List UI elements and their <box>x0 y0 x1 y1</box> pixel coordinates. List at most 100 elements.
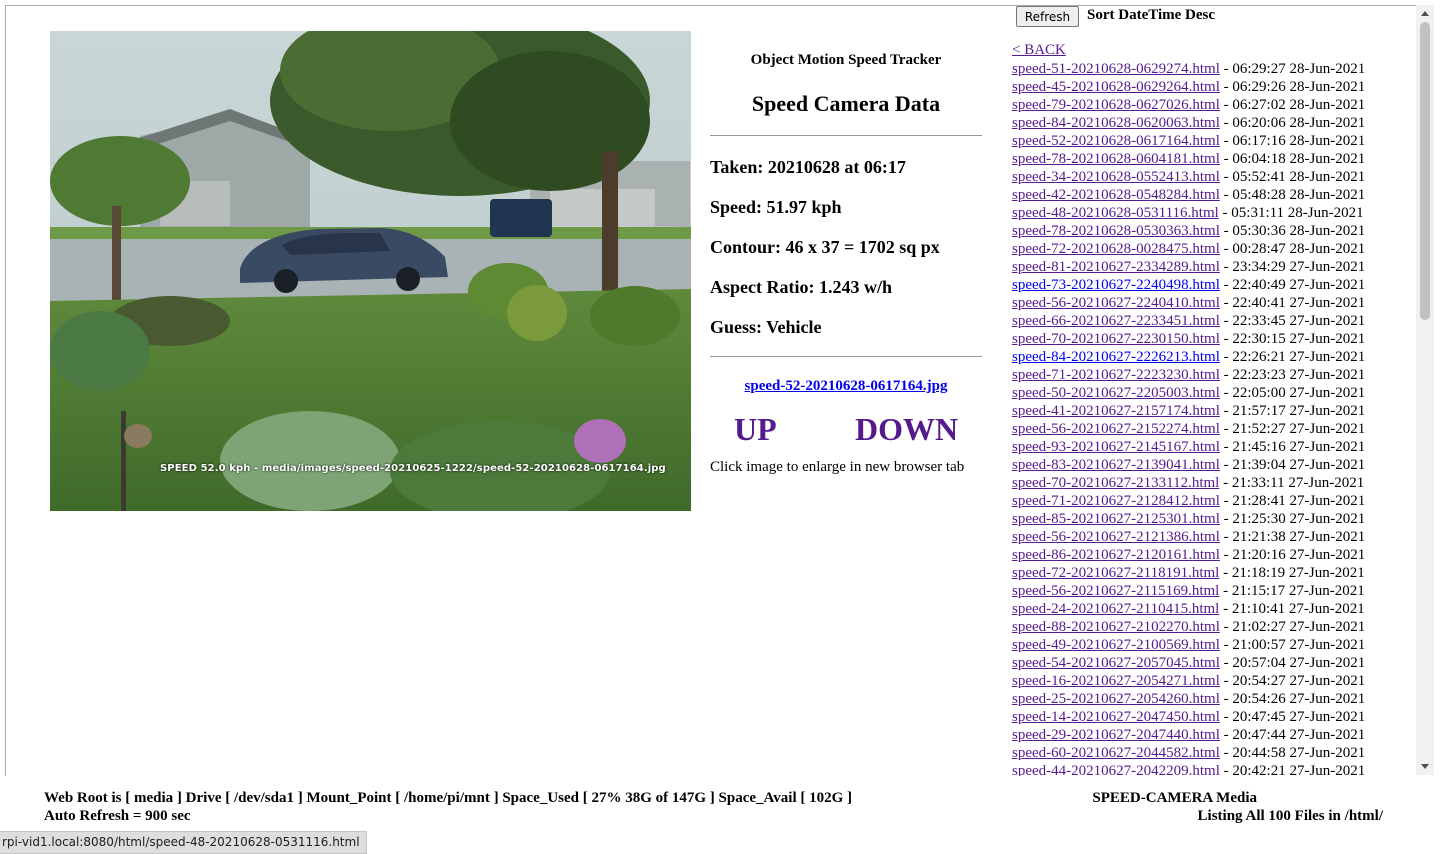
file-timestamp: 22:05:00 27-Jun-2021 <box>1232 385 1366 401</box>
scroll-up-arrow-icon[interactable] <box>1416 5 1434 22</box>
file-link[interactable]: speed-51-20210628-0629274.html <box>1012 61 1220 77</box>
file-link[interactable]: speed-41-20210627-2157174.html <box>1012 403 1220 419</box>
speed-photo[interactable]: SPEED 52.0 kph - media/images/speed-2021… <box>50 31 691 511</box>
file-link[interactable]: speed-84-20210628-0620063.html <box>1012 115 1220 131</box>
file-timestamp: 20:42:21 27-Jun-2021 <box>1232 763 1366 776</box>
aspect-ratio-field: Aspect Ratio: 1.243 w/h <box>710 277 892 297</box>
file-link[interactable]: speed-29-20210627-2047440.html <box>1012 727 1220 743</box>
contour-field: Contour: 46 x 37 = 1702 sq px <box>710 237 940 257</box>
back-link[interactable]: < BACK <box>1012 42 1066 59</box>
divider <box>710 356 982 357</box>
file-timestamp: 21:33:11 27-Jun-2021 <box>1231 475 1365 491</box>
file-link[interactable]: speed-56-20210627-2115169.html <box>1012 583 1219 599</box>
file-link[interactable]: speed-79-20210628-0627026.html <box>1012 97 1220 113</box>
scroll-down-arrow-icon[interactable] <box>1416 758 1434 775</box>
file-link[interactable]: speed-25-20210627-2054260.html <box>1012 691 1220 707</box>
file-timestamp: 20:44:58 27-Jun-2021 <box>1232 745 1366 761</box>
up-link[interactable]: UP <box>734 411 777 448</box>
file-list-item: speed-44-20210627-2042209.html - 20:42:2… <box>1012 762 1412 776</box>
file-list-item: speed-71-20210627-2223230.html - 22:23:2… <box>1012 367 1366 383</box>
file-timestamp: 22:40:49 27-Jun-2021 <box>1232 277 1366 293</box>
file-timestamp: 21:20:16 27-Jun-2021 <box>1232 547 1366 563</box>
file-list-item: speed-70-20210627-2230150.html - 22:30:1… <box>1012 331 1366 347</box>
refresh-button[interactable]: Refresh <box>1016 6 1079 27</box>
file-link[interactable]: speed-78-20210628-0604181.html <box>1012 151 1220 167</box>
file-link[interactable]: speed-52-20210628-0617164.html <box>1012 133 1220 149</box>
file-list-item: speed-49-20210627-2100569.html - 21:00:5… <box>1012 637 1366 653</box>
file-list-item: speed-71-20210627-2128412.html - 21:28:4… <box>1012 493 1366 509</box>
file-link[interactable]: speed-81-20210627-2334289.html <box>1012 259 1220 275</box>
divider <box>710 135 982 136</box>
file-timestamp: 06:20:06 28-Jun-2021 <box>1232 115 1366 131</box>
file-link[interactable]: speed-78-20210628-0530363.html <box>1012 223 1220 239</box>
app-title: Object Motion Speed Tracker <box>750 52 942 68</box>
file-link[interactable]: speed-73-20210627-2240498.html <box>1012 277 1220 293</box>
file-link[interactable]: speed-56-20210627-2152274.html <box>1012 421 1220 437</box>
navigation-controls: UP DOWN <box>710 411 982 447</box>
file-link[interactable]: speed-16-20210627-2054271.html <box>1012 673 1220 689</box>
file-timestamp: 22:23:23 27-Jun-2021 <box>1232 367 1366 383</box>
file-list-item: speed-56-20210627-2115169.html - 21:15:1… <box>1012 583 1365 599</box>
file-link[interactable]: speed-86-20210627-2120161.html <box>1012 547 1220 563</box>
file-list-item: speed-16-20210627-2054271.html - 20:54:2… <box>1012 673 1366 689</box>
file-list-item: speed-56-20210627-2152274.html - 21:52:2… <box>1012 421 1366 437</box>
file-link[interactable]: speed-56-20210627-2121386.html <box>1012 529 1220 545</box>
file-list-item: speed-56-20210627-2121386.html - 21:21:3… <box>1012 529 1366 545</box>
file-list-item: speed-42-20210628-0548284.html - 05:48:2… <box>1012 187 1366 203</box>
file-link[interactable]: speed-70-20210627-2230150.html <box>1012 331 1220 347</box>
file-link[interactable]: speed-34-20210628-0552413.html <box>1012 169 1220 185</box>
file-list-item: speed-81-20210627-2334289.html - 23:34:2… <box>1012 259 1366 275</box>
file-link[interactable]: speed-71-20210627-2223230.html <box>1012 367 1220 383</box>
file-timestamp: 05:52:41 28-Jun-2021 <box>1232 169 1366 185</box>
file-timestamp: 21:57:17 27-Jun-2021 <box>1232 403 1366 419</box>
file-timestamp: 20:57:04 27-Jun-2021 <box>1232 655 1366 671</box>
file-link[interactable]: speed-56-20210627-2240410.html <box>1012 295 1220 311</box>
file-list-item: speed-78-20210628-0604181.html - 06:04:1… <box>1012 151 1366 167</box>
file-timestamp: 21:52:27 27-Jun-2021 <box>1232 421 1366 437</box>
file-link[interactable]: speed-83-20210627-2139041.html <box>1012 457 1220 473</box>
file-list-scrollbar[interactable] <box>1416 5 1434 775</box>
listing-summary: Listing All 100 Files in /html/ <box>1197 808 1383 824</box>
file-list-item: speed-85-20210627-2125301.html - 21:25:3… <box>1012 511 1366 527</box>
file-link[interactable]: speed-14-20210627-2047450.html <box>1012 709 1220 725</box>
page-title: Speed Camera Data <box>751 91 941 116</box>
file-link[interactable]: speed-45-20210628-0629264.html <box>1012 79 1220 95</box>
file-list-item: speed-29-20210627-2047440.html - 20:47:4… <box>1012 727 1366 743</box>
file-link[interactable]: speed-85-20210627-2125301.html <box>1012 511 1220 527</box>
file-timestamp: 20:47:45 27-Jun-2021 <box>1232 709 1366 725</box>
file-timestamp: 05:30:36 28-Jun-2021 <box>1232 223 1366 239</box>
file-link[interactable]: speed-60-20210627-2044582.html <box>1012 745 1220 761</box>
scroll-thumb[interactable] <box>1420 22 1430 320</box>
file-link[interactable]: speed-44-20210627-2042209.html <box>1012 763 1220 776</box>
file-link[interactable]: speed-71-20210627-2128412.html <box>1012 493 1220 509</box>
file-list-item: speed-48-20210628-0531116.html - 05:31:1… <box>1012 205 1364 221</box>
file-timestamp: 05:48:28 28-Jun-2021 <box>1232 187 1366 203</box>
image-file-link[interactable]: speed-52-20210628-0617164.jpg <box>710 378 982 395</box>
file-link[interactable]: speed-48-20210628-0531116.html <box>1012 205 1219 221</box>
file-link[interactable]: speed-66-20210627-2233451.html <box>1012 313 1220 329</box>
file-link[interactable]: speed-50-20210627-2205003.html <box>1012 385 1220 401</box>
file-link[interactable]: speed-49-20210627-2100569.html <box>1012 637 1220 653</box>
taken-field: Taken: 20210628 at 06:17 <box>710 157 906 177</box>
status-bar-url: rpi-vid1.local:8080/html/speed-48-202106… <box>0 831 367 854</box>
down-link[interactable]: DOWN <box>855 411 958 448</box>
media-summary: SPEED-CAMERA Media Listing All 100 Files… <box>1092 789 1383 825</box>
file-link[interactable]: speed-72-20210627-2118191.html <box>1012 565 1219 581</box>
file-link[interactable]: speed-84-20210627-2226213.html <box>1012 349 1220 365</box>
file-link[interactable]: speed-72-20210628-0028475.html <box>1012 241 1220 257</box>
file-timestamp: 00:28:47 28-Jun-2021 <box>1232 241 1366 257</box>
file-list-item: speed-50-20210627-2205003.html - 22:05:0… <box>1012 385 1366 401</box>
file-timestamp: 20:54:26 27-Jun-2021 <box>1232 691 1366 707</box>
file-link[interactable]: speed-88-20210627-2102270.html <box>1012 619 1220 635</box>
file-link[interactable]: speed-54-20210627-2057045.html <box>1012 655 1220 671</box>
file-link[interactable]: speed-24-20210627-2110415.html <box>1012 601 1219 617</box>
file-timestamp: 06:29:27 28-Jun-2021 <box>1232 61 1366 77</box>
file-link[interactable]: speed-42-20210628-0548284.html <box>1012 187 1220 203</box>
file-link[interactable]: speed-93-20210627-2145167.html <box>1012 439 1220 455</box>
file-link[interactable]: speed-70-20210627-2133112.html <box>1012 475 1219 491</box>
file-timestamp: 21:10:41 27-Jun-2021 <box>1231 601 1365 617</box>
speed-field: Speed: 51.97 kph <box>710 197 842 217</box>
file-timestamp: 06:04:18 28-Jun-2021 <box>1232 151 1366 167</box>
file-timestamp: 22:40:41 27-Jun-2021 <box>1232 295 1366 311</box>
file-list-item: speed-86-20210627-2120161.html - 21:20:1… <box>1012 547 1366 563</box>
